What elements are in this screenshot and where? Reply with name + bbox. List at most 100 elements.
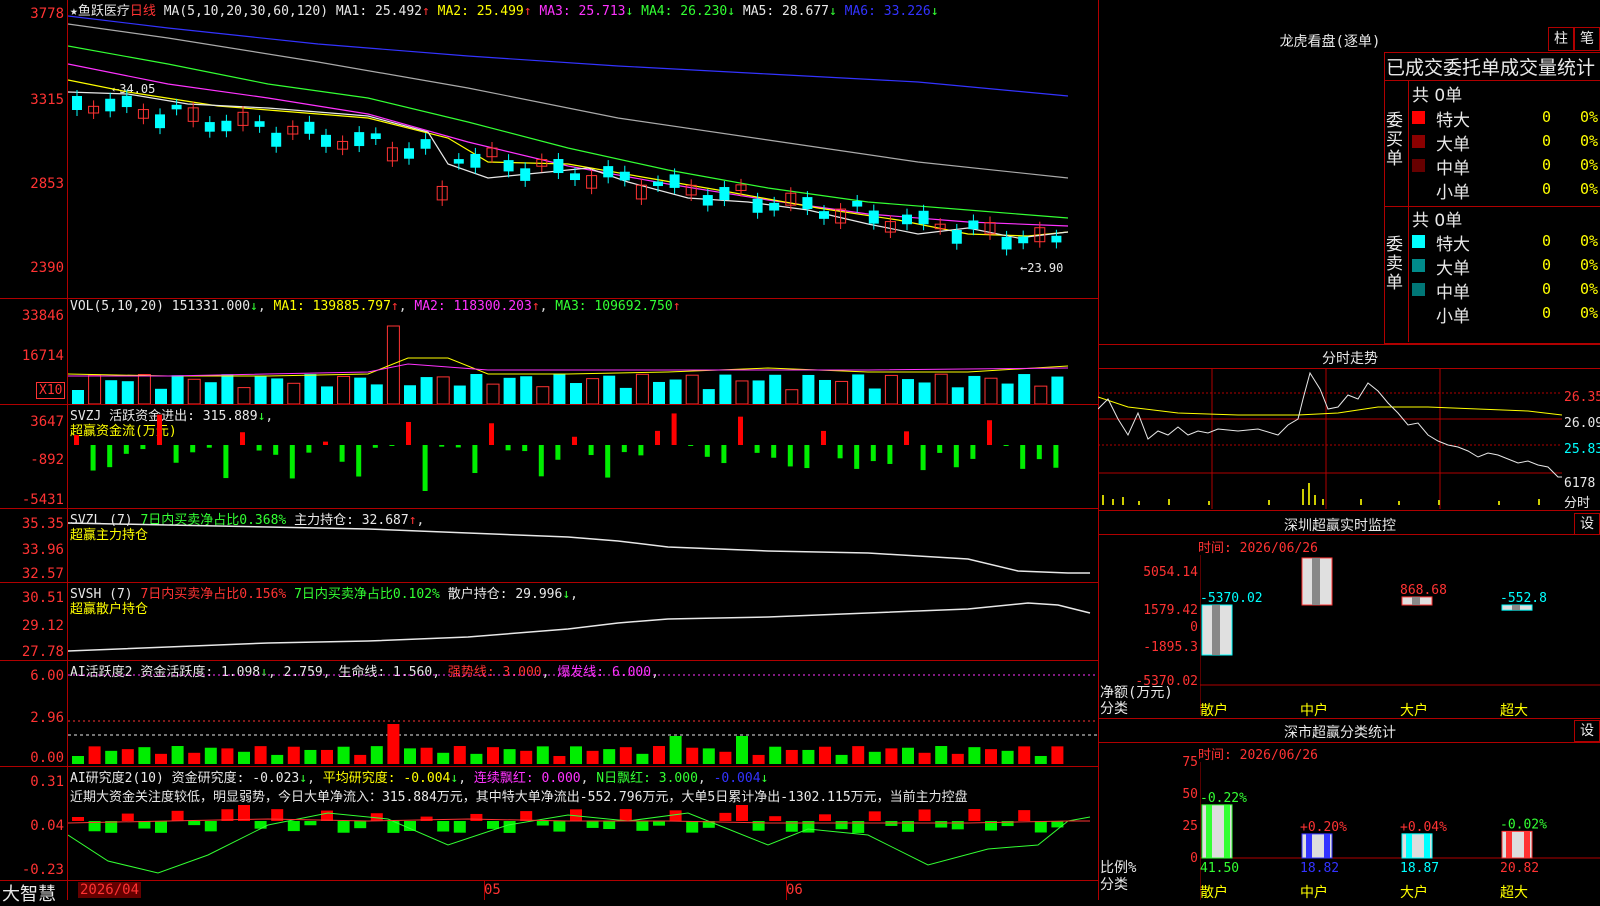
- svzj-chart: [74, 413, 1059, 491]
- activity-bar: [238, 751, 250, 764]
- research-bar: [636, 821, 649, 831]
- candle: [1051, 235, 1062, 243]
- date-divider: [786, 880, 787, 900]
- dragon-tiger-title: 龙虎看盘(逐单): [1279, 34, 1381, 50]
- classify-chart: -0.22% 41.50 +0.20% 18.82 +0.04% 18.87 -0.02% 2…: [1200, 762, 1600, 900]
- flow-bar: [372, 445, 378, 448]
- research-bar: [951, 821, 964, 830]
- monitor-categories: 散户 中户 大户 超大: [1200, 700, 1600, 719]
- volume-bar: [171, 375, 184, 404]
- flow-bar: [173, 445, 179, 463]
- activity-bar: [918, 752, 931, 764]
- ma6-line: [68, 15, 1069, 97]
- svzj-axis-label: -5431: [21, 492, 64, 508]
- volume-bar: [735, 380, 749, 404]
- activity-bar: [935, 746, 948, 764]
- classify-settings-button[interactable]: 设: [1574, 720, 1600, 742]
- row-count: 0: [1542, 304, 1552, 322]
- research-bar: [437, 821, 450, 832]
- ai-active-axis-label: 2.96: [30, 710, 64, 726]
- vol-axis-label: 33846: [21, 308, 64, 324]
- research-bar: [819, 814, 831, 821]
- activity-bar: [105, 750, 118, 764]
- research-bar: [553, 821, 566, 832]
- svsh-chart: [68, 602, 1091, 652]
- color-swatch: [1412, 135, 1425, 148]
- row-label: 中单: [1436, 159, 1470, 179]
- research-bar: [337, 821, 350, 833]
- monitor-bar-label: 5054.14: [1300, 555, 1355, 559]
- activity-bar: [304, 749, 317, 764]
- volume-bar: [88, 374, 102, 404]
- category-label: 散户: [1200, 703, 1228, 719]
- bar-view-button[interactable]: 柱: [1548, 27, 1574, 51]
- candle: [503, 160, 514, 172]
- intraday-chart[interactable]: [1097, 369, 1563, 509]
- activity-bar: [669, 736, 682, 764]
- research-bar: [354, 821, 367, 829]
- ai-active-bars: [72, 724, 1064, 764]
- candle: [1018, 236, 1029, 244]
- monitor-axis-label: 1579.42: [1143, 603, 1198, 618]
- volume-bar: [155, 388, 167, 404]
- flow-bar: [273, 445, 279, 455]
- activity-bar: [553, 755, 566, 764]
- activity-bar: [985, 749, 997, 764]
- research-bar: [536, 821, 549, 826]
- flow-bar: [223, 445, 229, 479]
- volume-bar: [603, 375, 616, 404]
- candle: [121, 95, 132, 108]
- flow-bar: [256, 445, 262, 451]
- activity-bar: [204, 747, 217, 764]
- monitor-settings-button[interactable]: 设: [1574, 513, 1600, 535]
- volume-bar: [802, 374, 815, 404]
- row-pct: 0%: [1580, 232, 1599, 250]
- volume-bar: [271, 378, 284, 404]
- category-label: 超大: [1500, 885, 1528, 901]
- classify-bar-stripe: [1306, 833, 1312, 858]
- svzl-axis-label: 32.57: [21, 566, 64, 582]
- price-axis-label: 3315: [30, 92, 64, 108]
- candlestick-chart[interactable]: [68, 14, 1098, 298]
- monitor-time: 时间: 2026/06/26: [1198, 541, 1318, 556]
- candle: [520, 168, 531, 181]
- volume-bar: [486, 383, 500, 404]
- up-arrow-icon: ↑: [672, 299, 681, 314]
- research-bar: [105, 821, 118, 833]
- research-bar: [503, 821, 516, 833]
- research-bar: [487, 821, 499, 829]
- classify-axis-label: 0: [1190, 851, 1198, 866]
- activity-bar: [1018, 746, 1031, 764]
- volume-bar: [1018, 374, 1031, 404]
- candle: [852, 200, 863, 207]
- classify-axis-label: 25: [1182, 819, 1198, 834]
- tick-view-button[interactable]: 笔: [1574, 27, 1600, 51]
- category-label: 中户: [1300, 703, 1328, 719]
- vol-unit-badge[interactable]: X10: [36, 382, 66, 399]
- volume-bar: [503, 377, 516, 404]
- monitor-bar-label: -5370.02: [1200, 591, 1263, 606]
- classify-change-label: -0.02%: [1500, 817, 1547, 832]
- flow-bar: [870, 445, 876, 462]
- row-label: 特大: [1436, 111, 1470, 131]
- flow-bar: [555, 445, 561, 460]
- flow-bar: [289, 445, 295, 479]
- monitor-bar-label: 868.68: [1400, 583, 1447, 598]
- flow-bar: [140, 445, 146, 450]
- candle: [453, 159, 464, 164]
- ai-active-chart: [68, 674, 1098, 764]
- flow-bar: [588, 445, 594, 456]
- volume-bar: [420, 377, 433, 404]
- candle: [719, 187, 730, 201]
- research-bar: [138, 821, 151, 829]
- volume-bar: [436, 376, 450, 404]
- svzl-axis-label: 35.35: [21, 516, 64, 532]
- ma2-line: [68, 79, 1069, 237]
- category-label: 大户: [1400, 703, 1428, 719]
- research-bar: [304, 821, 317, 826]
- monitor-title: 深圳超赢实时监控: [1284, 518, 1396, 534]
- research-bar: [453, 821, 466, 833]
- candle: [321, 134, 331, 147]
- flow-bar: [522, 445, 528, 452]
- activity-bar: [702, 748, 715, 764]
